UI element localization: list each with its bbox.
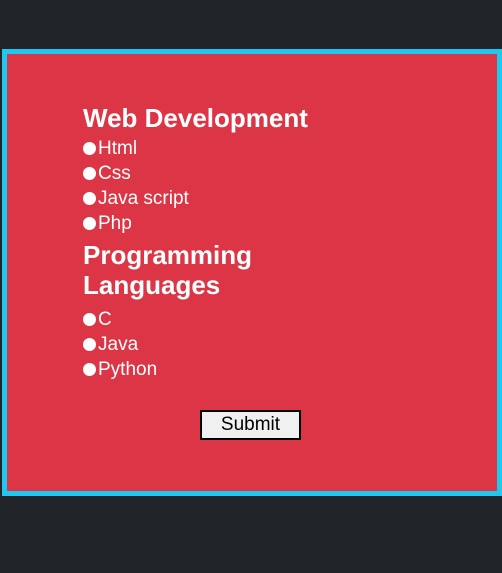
radio-java[interactable] bbox=[83, 338, 96, 351]
radio-python[interactable] bbox=[83, 363, 96, 376]
heading-web-development: Web Development bbox=[83, 103, 308, 133]
option-javascript[interactable]: Java script bbox=[83, 186, 413, 211]
option-html[interactable]: Html bbox=[83, 136, 413, 161]
option-css[interactable]: Css bbox=[83, 161, 413, 186]
web-development-options: Html Css Java script Php bbox=[83, 136, 413, 236]
option-html-label: Html bbox=[98, 138, 138, 159]
radio-php[interactable] bbox=[83, 217, 96, 230]
submit-button[interactable]: Submit bbox=[200, 410, 301, 440]
heading-programming-languages: Programming Languages bbox=[83, 240, 413, 300]
heading-programming-line2: Languages bbox=[83, 270, 221, 300]
heading-programming-line1: Programming bbox=[83, 240, 253, 270]
radio-javascript[interactable] bbox=[83, 192, 96, 205]
option-php[interactable]: Php bbox=[83, 211, 413, 236]
option-java[interactable]: Java bbox=[83, 332, 413, 357]
radio-c[interactable] bbox=[83, 313, 96, 326]
form-content: Web Development Html Css Java script Php… bbox=[83, 103, 413, 382]
option-c-label: C bbox=[98, 309, 112, 330]
programming-options: C Java Python bbox=[83, 307, 413, 382]
submit-container: Submit bbox=[200, 410, 301, 440]
page: Web Development Html Css Java script Php… bbox=[0, 0, 502, 573]
option-java-label: Java bbox=[98, 334, 139, 355]
option-c[interactable]: C bbox=[83, 307, 413, 332]
radio-html[interactable] bbox=[83, 142, 96, 155]
option-python-label: Python bbox=[98, 359, 158, 380]
option-php-label: Php bbox=[98, 213, 132, 234]
option-python[interactable]: Python bbox=[83, 357, 413, 382]
option-javascript-label: Java script bbox=[98, 188, 189, 209]
option-css-label: Css bbox=[98, 163, 131, 184]
radio-css[interactable] bbox=[83, 167, 96, 180]
